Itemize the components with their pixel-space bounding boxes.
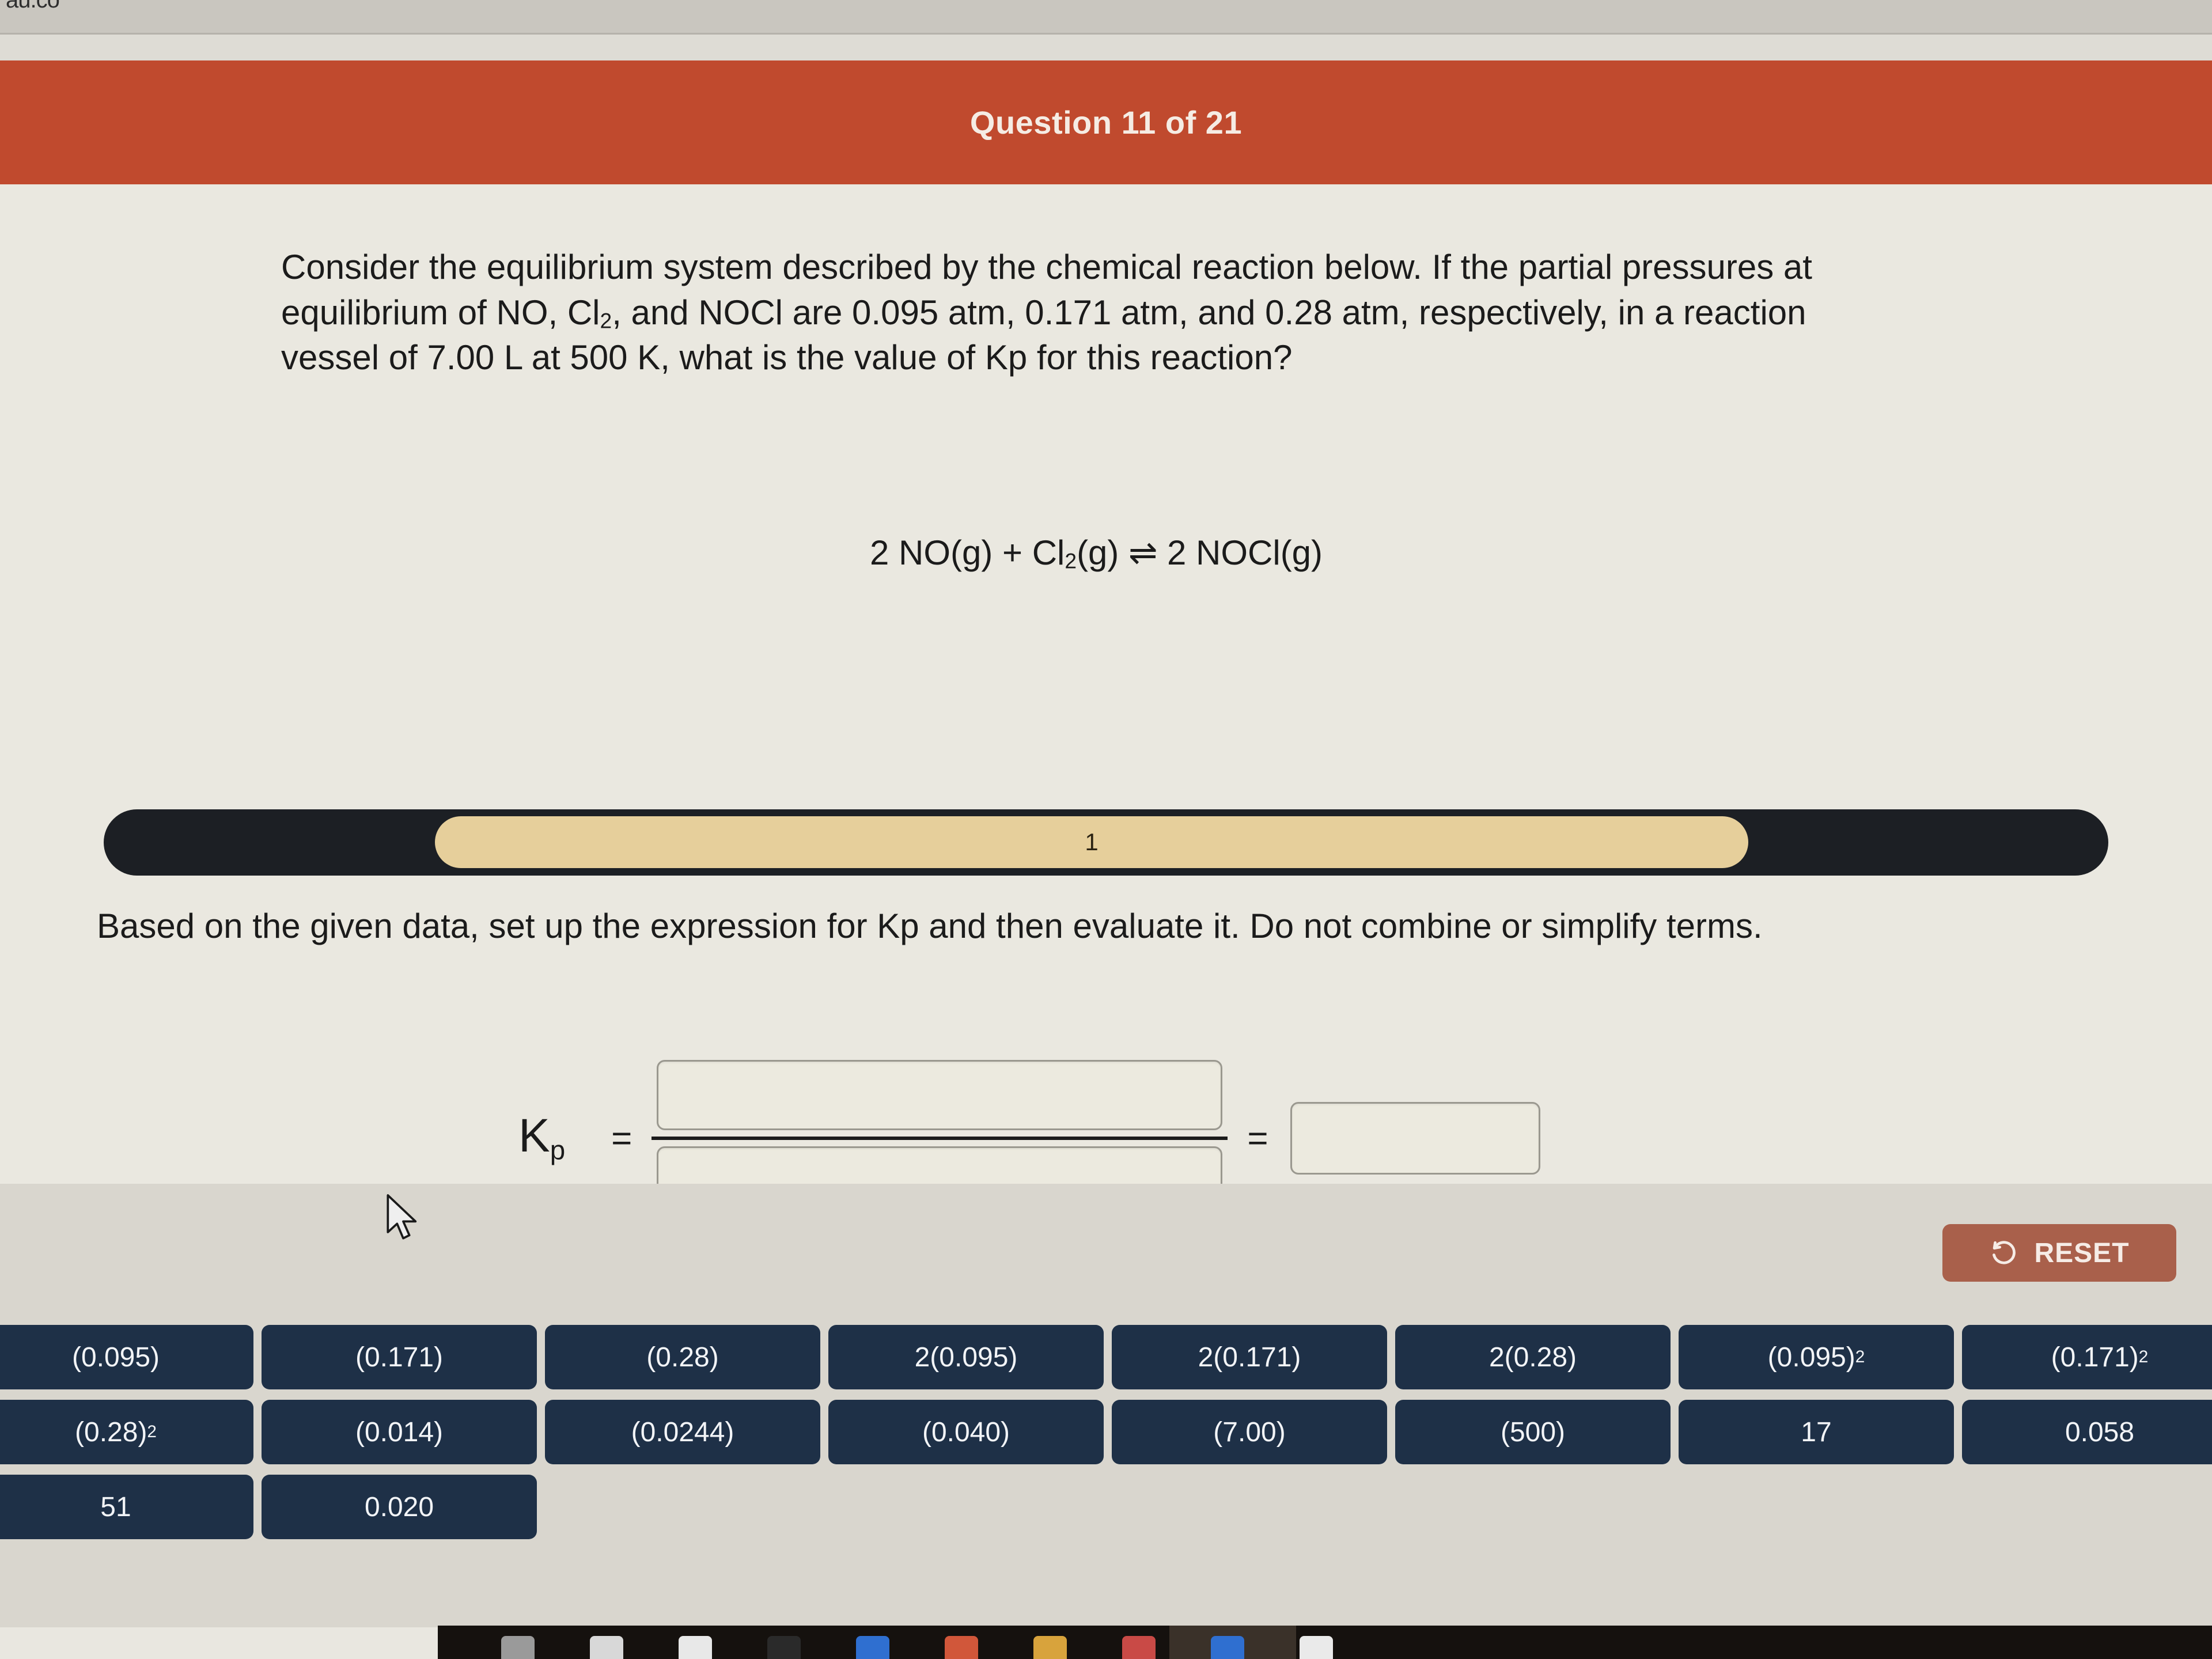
answer-tile-label: (0.040) (922, 1416, 1010, 1448)
answer-tile[interactable]: 0.058 (1962, 1400, 2212, 1464)
answer-tile-label: 51 (100, 1491, 131, 1522)
instruction-text: Based on the given data, set up the expr… (97, 907, 1763, 945)
answer-tile-label: (500) (1500, 1416, 1566, 1448)
answer-tile[interactable]: 2(0.28) (1395, 1325, 1671, 1389)
answer-tile-label: 2(0.095) (914, 1342, 1018, 1373)
taskbar-app-icon[interactable] (856, 1636, 889, 1659)
screen-root: au.co Question 11 of 21 Consider the equ… (0, 0, 2212, 1659)
answer-tile-label: (0.095) (71, 1342, 160, 1373)
refresh-counterclockwise-icon (1989, 1238, 2019, 1268)
answer-tile-label: 2(0.171) (1198, 1342, 1301, 1373)
mouse-cursor (385, 1194, 422, 1243)
answer-tile-label: (0.0244) (631, 1416, 734, 1448)
answer-tile-label: (7.00) (1213, 1416, 1286, 1448)
answer-tile[interactable]: (0.171) 2 (1962, 1325, 2212, 1389)
equals-sign-2: = (1247, 1118, 1268, 1158)
chemical-equation: 2 NO(g) + Cl2(g) ⇌ 2 NOCl(g) (281, 533, 1911, 574)
answer-tile-label: (0.014) (355, 1416, 444, 1448)
os-taskbar[interactable] (438, 1626, 2212, 1659)
answer-tile[interactable]: (0.0244) (545, 1400, 820, 1464)
answer-tile-label: (0.095) (1767, 1342, 1855, 1373)
taskbar-app-icon[interactable] (1300, 1636, 1333, 1659)
answer-tile-label: 0.020 (364, 1491, 434, 1522)
answer-tile[interactable]: (0.28) 2 (0, 1400, 253, 1464)
taskbar-app-icon[interactable] (1033, 1636, 1067, 1659)
kp-label-base: K (518, 1109, 550, 1162)
answer-tile[interactable]: 2(0.095) (828, 1325, 1104, 1389)
answer-tile-exponent: 2 (2138, 1347, 2149, 1366)
answer-tile-label: (0.28) (646, 1342, 719, 1373)
page-title: Question 11 of 21 (969, 104, 1243, 141)
answer-tile-label: 17 (1801, 1416, 1832, 1448)
answer-drop-bar[interactable]: 1 (104, 809, 2108, 876)
answer-tile[interactable]: (0.040) (828, 1400, 1104, 1464)
answer-tile-exponent: 2 (147, 1422, 157, 1441)
answer-tile[interactable]: 0.020 (262, 1475, 537, 1539)
answer-tile-exponent: 2 (1855, 1347, 1865, 1366)
answer-drop-bar-label: 1 (1085, 828, 1099, 855)
browser-chrome-gap (0, 35, 2212, 60)
taskbar-app-icon[interactable] (679, 1636, 712, 1659)
answer-tile-grid: (0.095) (0.171) (0.28) 2(0.095) 2(0.171) 2(0.… (0, 1325, 2212, 1539)
answer-tile[interactable]: (500) (1395, 1400, 1671, 1464)
answer-drop-bar-fill[interactable]: 1 (435, 816, 1748, 868)
numerator-drop-slot[interactable] (657, 1060, 1223, 1130)
answer-tile[interactable]: (0.28) (545, 1325, 820, 1389)
question-prompt: Consider the equilibrium system describe… (281, 245, 1911, 381)
taskbar-app-icon[interactable] (945, 1636, 978, 1659)
taskbar-app-icon[interactable] (767, 1636, 801, 1659)
answer-tile[interactable]: (0.014) (262, 1400, 537, 1464)
kp-label-subscript: p (550, 1135, 566, 1166)
reset-button-label: RESET (2034, 1237, 2130, 1268)
browser-chrome-bar: au.co (0, 0, 2212, 35)
question-prompt-subscript: 2 (600, 308, 612, 333)
taskbar-app-icon[interactable] (1211, 1636, 1244, 1659)
answer-tile-label: (0.171) (2051, 1342, 2139, 1373)
equation-part1: 2 NO(g) + Cl (869, 533, 1065, 572)
equals-sign-1: = (611, 1118, 632, 1158)
answer-tile[interactable]: (7.00) (1112, 1400, 1387, 1464)
answer-tile[interactable]: 2(0.171) (1112, 1325, 1387, 1389)
question-content-area: Consider the equilibrium system describe… (0, 184, 2212, 1217)
url-text[interactable]: au.co (6, 0, 60, 13)
taskbar-app-icon[interactable] (590, 1636, 623, 1659)
fraction-rule (652, 1137, 1228, 1140)
reset-button[interactable]: RESET (1942, 1224, 2176, 1282)
answer-tile-label: (0.171) (355, 1342, 444, 1373)
answer-tile[interactable]: 17 (1679, 1400, 1954, 1464)
answer-tile[interactable]: (0.171) (262, 1325, 537, 1389)
kp-label: Kp (518, 1112, 565, 1164)
taskbar-app-icon[interactable] (501, 1636, 535, 1659)
taskbar-app-icon[interactable] (1122, 1636, 1156, 1659)
question-block: Consider the equilibrium system describe… (281, 245, 1911, 573)
equation-part2: (g) ⇌ 2 NOCl(g) (1077, 533, 1323, 572)
answer-tile[interactable]: (0.095) 2 (1679, 1325, 1954, 1389)
question-header-band: Question 11 of 21 (0, 60, 2212, 184)
answer-tile[interactable]: 51 (0, 1475, 253, 1539)
result-drop-slot[interactable] (1290, 1102, 1540, 1175)
answer-tile-label: 0.058 (2065, 1416, 2135, 1448)
equation-subscript: 2 (1065, 548, 1077, 573)
answer-tile[interactable]: (0.095) (0, 1325, 253, 1389)
answer-tile-label: 2(0.28) (1488, 1342, 1577, 1373)
answer-tile-label: (0.28) (75, 1416, 147, 1448)
